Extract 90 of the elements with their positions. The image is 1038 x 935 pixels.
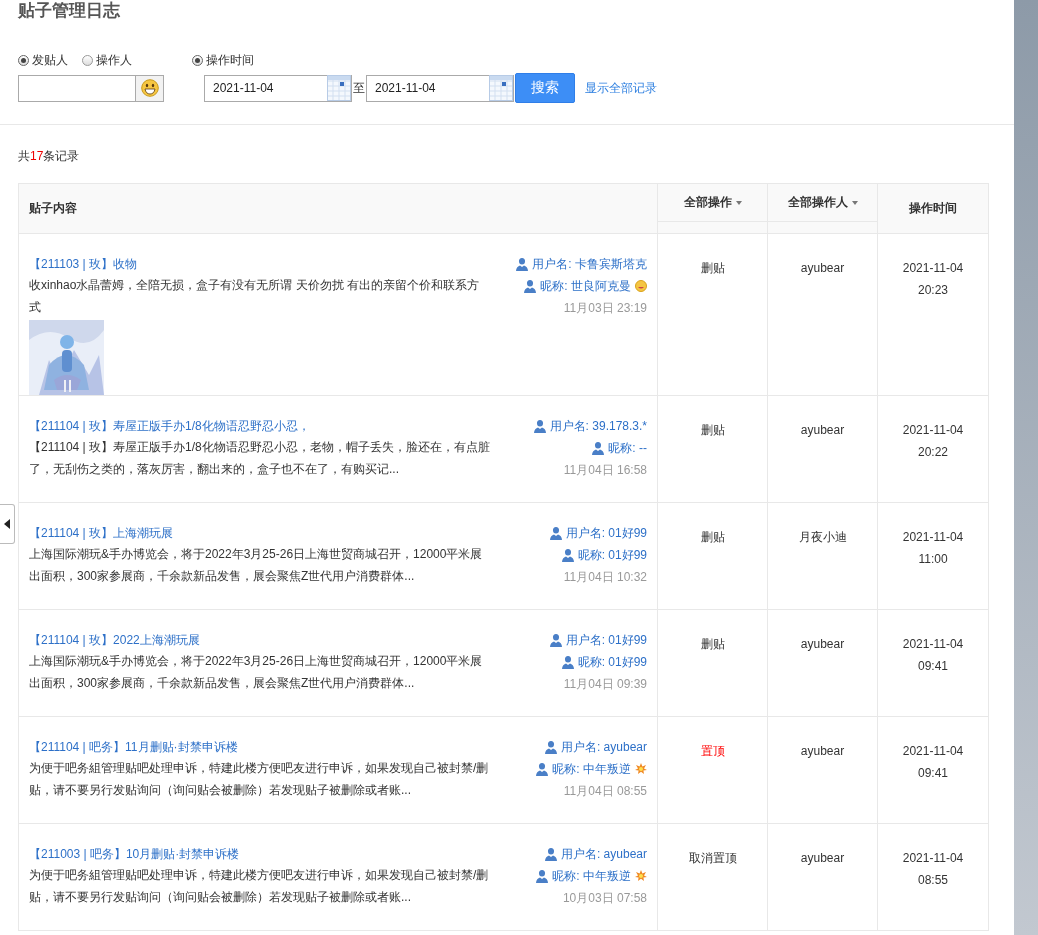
post-excerpt: 上海国际潮玩&手办博览会，将于2022年3月25-26日上海世贸商城召开，12000平米展出面积，300家参展商，千余款新品发售，展会聚焦Z世代用户消费群体... [29, 546, 484, 585]
column-header: 操作时间 [909, 201, 957, 215]
collapse-tab[interactable] [0, 504, 15, 544]
operator-text: 月夜小迪 [798, 530, 847, 544]
post-time: 10月03日 07:58 [562, 890, 647, 906]
action-text: 删贴 [700, 261, 725, 275]
post-title-link[interactable]: 【211104 | 玫】寿屋正版手办1/8化物语忍野忍小忍， [29, 418, 491, 434]
action-text: 删贴 [700, 637, 725, 651]
radio-label[interactable]: 操作时间 [206, 51, 254, 69]
operator-text: ayubear [800, 261, 845, 275]
operation-date: 2021-11-04 [902, 530, 964, 544]
username-text: 用户名: 01好99 [565, 632, 647, 648]
operation-date: 2021-11-04 [902, 261, 964, 275]
radio-label[interactable]: 发贴人 [32, 51, 68, 69]
post-title-link[interactable]: 【211103 | 玫】收物 [29, 256, 491, 272]
operation-date: 2021-11-04 [902, 423, 964, 437]
user-icon [544, 847, 557, 861]
post-title-link[interactable]: 【211104 | 玫】上海潮玩展 [29, 525, 491, 541]
page-title: 贴子管理日志 [17, 0, 121, 22]
post-time: 11月04日 16:58 [563, 462, 647, 478]
user-icon [536, 762, 549, 776]
action-text: 删贴 [700, 530, 725, 544]
post-excerpt: 为便于吧务組管理贴吧处理申诉，特建此楼方便吧友进行申诉，如果发现自己被封禁/删贴，请不要另行发贴询问（询问贴会被删除）若发现贴子被删除或者账... [29, 760, 490, 799]
user-input-field[interactable] [18, 74, 136, 102]
post-time: 11月04日 08:55 [563, 783, 647, 799]
operation-date: 2021-11-04 [902, 744, 964, 758]
post-excerpt: 上海国际潮玩&手办博览会，将于2022年3月25-26日上海世贸商城召开，12000平米展出面积，300家参展商，千余款新品发售，展会聚焦Z世代用户消费群体... [29, 653, 484, 692]
operator-text: ayubear [800, 423, 845, 437]
operation-date: 2021-11-04 [902, 851, 964, 865]
calendar-icon[interactable] [489, 75, 513, 101]
username-text: 用户名: 01好99 [565, 525, 647, 541]
user-icon [533, 419, 546, 433]
calendar-icon[interactable] [327, 75, 351, 101]
post-excerpt: 为便于吧务組管理贴吧处理申诉，特建此楼方便吧友进行申诉，如果发现自己被封禁/删贴，请不要另行发贴询问（询问贴会被删除）若发现贴子被删除或者账... [29, 867, 490, 906]
operation-time: 11:00 [918, 552, 948, 566]
username-text: 用户名: ayubear [560, 846, 647, 862]
radio-button[interactable] [18, 54, 29, 66]
burst-icon [635, 870, 647, 882]
show-all-link[interactable]: 显示全部记录 [585, 79, 657, 97]
date-field[interactable]: 2021-11-04 [366, 74, 514, 102]
nickname-text: 昵称: 中年叛逆 [552, 868, 631, 884]
nickname-text: 昵称: 世良阿克曼 [540, 278, 631, 294]
user-icon [592, 441, 605, 455]
operation-time: 20:22 [918, 445, 948, 459]
record-count: 共17条记录 [17, 148, 81, 164]
operation-time: 20:23 [918, 283, 948, 297]
user-icon [516, 257, 529, 271]
user-icon [524, 279, 537, 293]
nickname-text: 昵称: 01好99 [577, 547, 647, 563]
post-title-link[interactable]: 【211104 | 吧务】11月删贴·封禁申诉楼 [29, 739, 491, 755]
nickname-text: 昵称: -- [608, 440, 647, 456]
action-text: 删贴 [700, 423, 725, 437]
operation-time: 09:41 [918, 766, 948, 780]
operator-text: ayubear [800, 637, 845, 651]
triangle-left-icon [4, 519, 10, 529]
username-text: 用户名: ayubear [560, 739, 647, 755]
column-header: 贴子内容 [29, 201, 77, 215]
username-text: 用户名: 39.178.3.* [549, 418, 647, 434]
post-excerpt: 收xinhao水晶蕾姆，全陪无损，盒子有没有无所谓 天价勿扰 有出的亲留个价和联系方式 [29, 277, 481, 316]
user-icon [561, 548, 574, 562]
operator-text: ayubear [800, 744, 845, 758]
post-title-link[interactable]: 【211104 | 玫】2022上海潮玩展 [29, 632, 491, 648]
range-separator: 至 [352, 79, 366, 97]
user-icon [549, 633, 562, 647]
operation-date: 2021-11-04 [902, 637, 964, 651]
user-icon [561, 655, 574, 669]
action-text: 置顶 [700, 744, 725, 758]
search-button[interactable]: 搜索 [515, 73, 575, 103]
date-field[interactable]: 2021-11-04 [204, 74, 352, 102]
burst-icon [635, 763, 647, 775]
user-icon [536, 869, 549, 883]
post-time: 11月04日 09:39 [563, 676, 647, 692]
post-time: 11月03日 23:19 [563, 300, 647, 316]
post-time: 11月04日 10:32 [563, 569, 647, 585]
operation-time: 09:41 [918, 659, 948, 673]
user-icon [549, 526, 562, 540]
nickname-text: 昵称: 中年叛逆 [552, 761, 631, 777]
operator-text: ayubear [800, 851, 845, 865]
emoji-icon [635, 280, 647, 292]
radio-label[interactable]: 操作人 [96, 51, 132, 69]
nickname-text: 昵称: 01好99 [577, 654, 647, 670]
radio-button[interactable] [82, 54, 93, 66]
action-text: 取消置顶 [688, 851, 737, 865]
username-text: 用户名: 卡鲁宾斯塔克 [532, 256, 647, 272]
post-title-link[interactable]: 【211003 | 吧务】10月删贴·封禁申诉楼 [29, 846, 491, 862]
radio-button[interactable] [192, 54, 203, 66]
emoji-button[interactable] [136, 74, 164, 102]
user-icon [544, 740, 557, 754]
operation-time: 08:55 [918, 873, 948, 887]
post-excerpt: 【211104 | 玫】寿屋正版手办1/8化物语忍野忍小忍，老物，帽子丢失，脸还在，有点脏了，无刮伤之类的，落灰厉害，翻出来的，盒子也不在了，有购买记... [29, 439, 491, 478]
